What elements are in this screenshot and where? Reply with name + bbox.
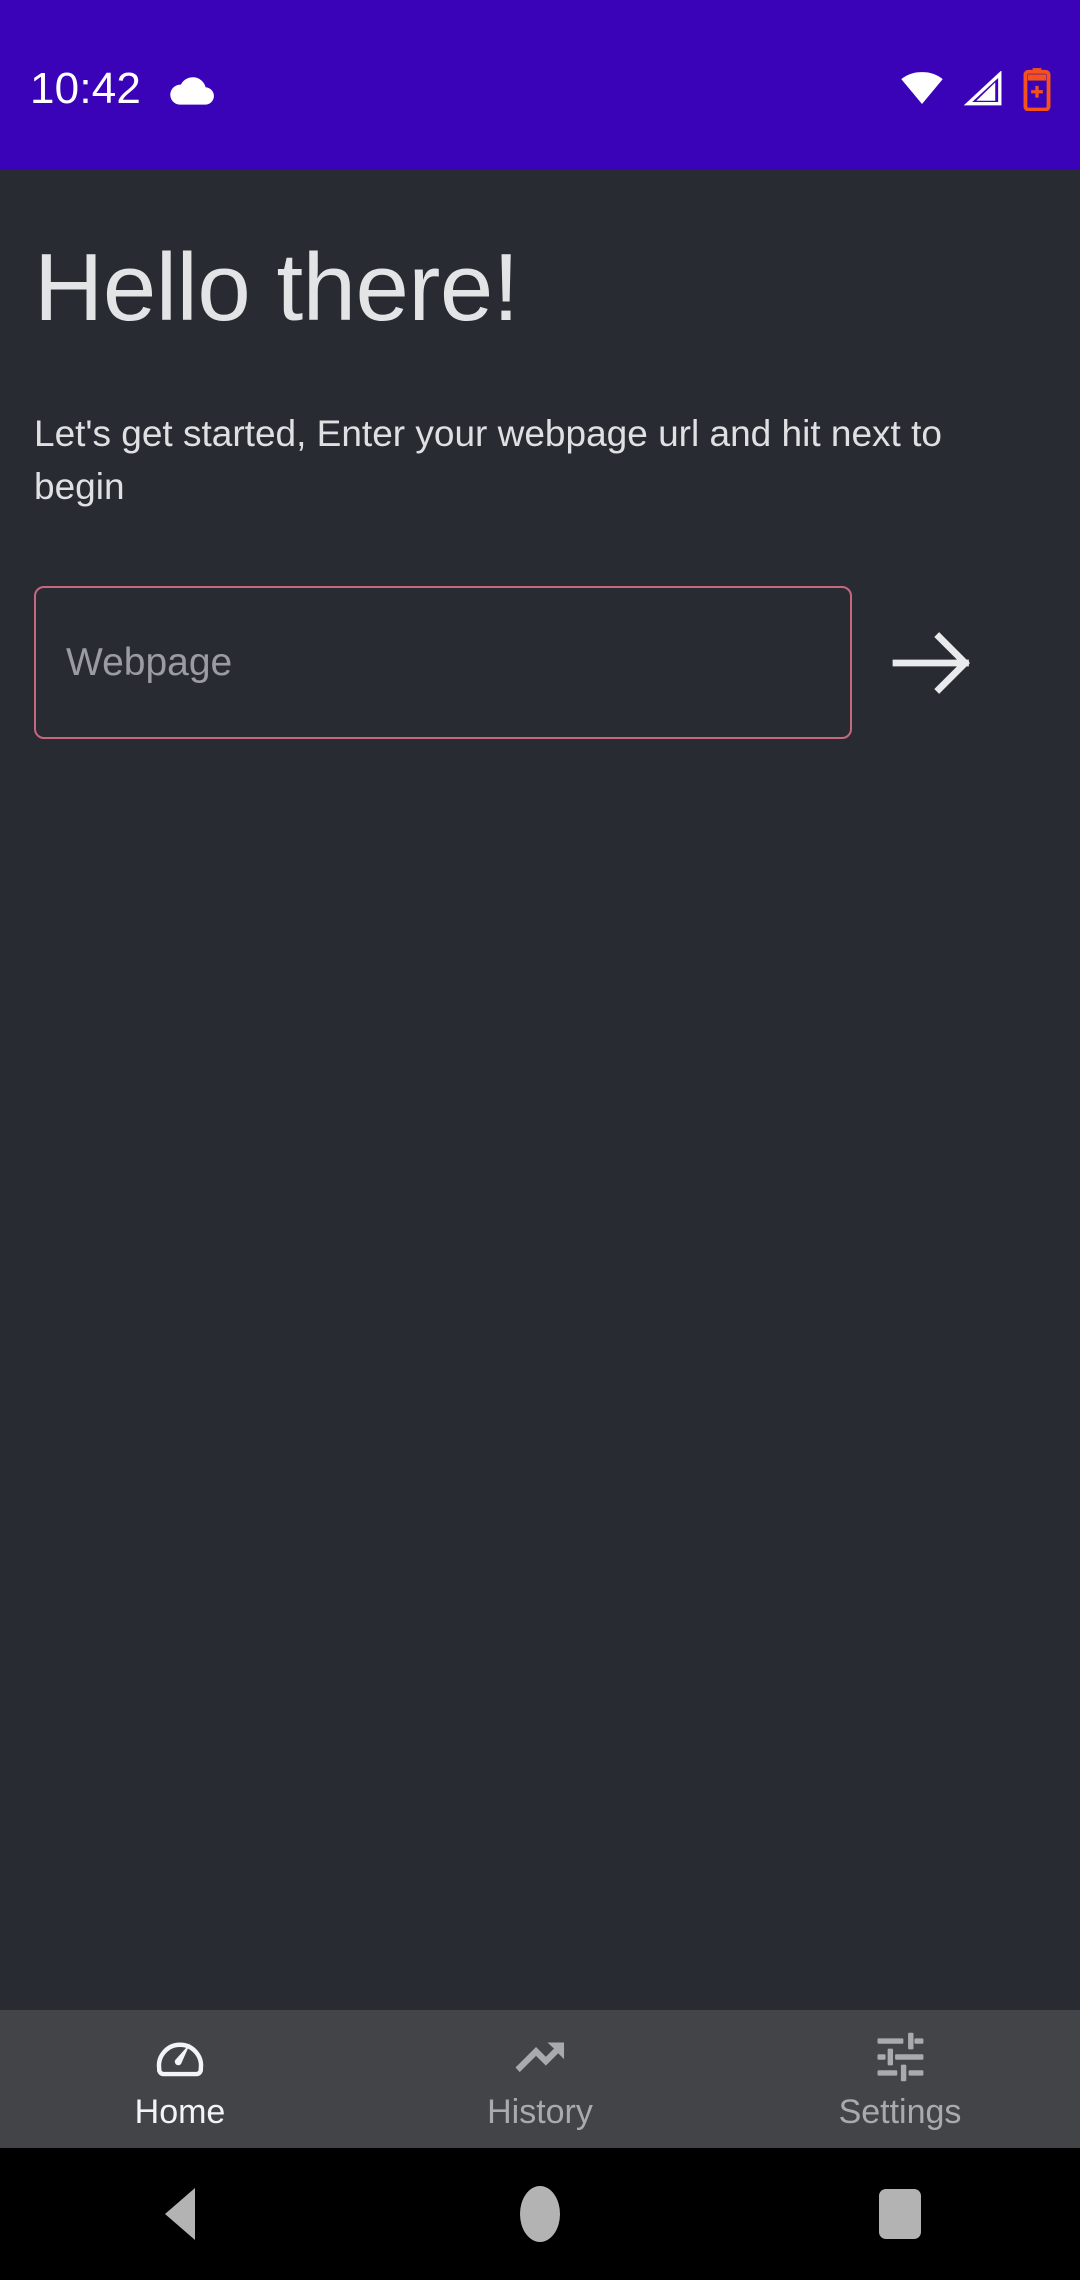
webpage-input-wrapper[interactable]: [34, 586, 852, 740]
square-recents-icon: [879, 2189, 921, 2239]
tab-history[interactable]: History: [360, 2010, 720, 2148]
circle-home-icon: [520, 2186, 560, 2242]
phone-screen: 10:42 Hello there! Let's get started, En…: [0, 0, 1080, 2280]
tab-settings[interactable]: Settings: [720, 2010, 1080, 2148]
home-button[interactable]: [360, 2148, 720, 2280]
tab-settings-label: Settings: [838, 2093, 962, 2131]
triangle-back-icon: [165, 2188, 195, 2240]
tab-home-label: Home: [134, 2093, 226, 2131]
cloud-icon: [170, 77, 215, 105]
webpage-input[interactable]: [66, 640, 820, 685]
cellular-signal-icon: [963, 71, 1002, 106]
battery-alert-icon: [1023, 68, 1051, 111]
status-bar-left: 10:42: [30, 59, 215, 111]
arrow-right-icon: [892, 631, 970, 694]
main-content: Hello there! Let's get started, Enter yo…: [0, 170, 1080, 2010]
android-navigation-bar: [0, 2148, 1080, 2280]
page-subtitle: Let's get started, Enter your webpage ur…: [34, 413, 942, 507]
status-bar: 10:42: [0, 0, 1080, 170]
trending-up-icon: [511, 2029, 569, 2085]
webpage-entry-row: [34, 586, 1046, 740]
status-bar-right: [900, 59, 1052, 111]
wifi-icon: [901, 72, 943, 105]
bottom-tab-bar: Home History Settings: [0, 2010, 1080, 2148]
page-title: Hello there!: [34, 234, 519, 341]
recents-button[interactable]: [720, 2148, 1080, 2280]
back-button[interactable]: [0, 2148, 360, 2280]
tab-history-label: History: [487, 2093, 593, 2131]
tab-home[interactable]: Home: [0, 2010, 360, 2148]
tune-sliders-icon: [871, 2029, 929, 2085]
status-bar-clock: 10:42: [30, 64, 142, 113]
speedometer-icon: [151, 2029, 209, 2085]
next-button[interactable]: [852, 586, 1012, 739]
